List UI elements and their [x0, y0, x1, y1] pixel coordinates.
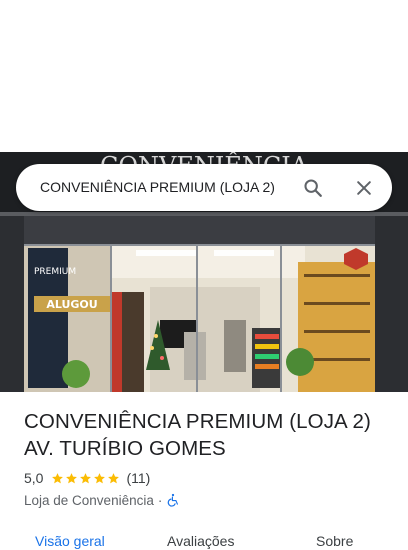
close-icon: [357, 181, 371, 195]
search-input[interactable]: CONVENIÊNCIA PREMIUM (LOJA 2): [40, 164, 275, 211]
tab-reviews[interactable]: Avaliações: [167, 532, 234, 550]
rating-stars: [51, 472, 120, 485]
svg-text:PREMIUM: PREMIUM: [34, 267, 76, 277]
star-icon: [94, 472, 106, 483]
star-icon: [108, 472, 120, 483]
place-title-line1: CONVENIÊNCIA PREMIUM (LOJA 2): [24, 410, 371, 433]
search-icon: [304, 179, 322, 197]
rating-value: 5,0: [24, 470, 44, 486]
close-button[interactable]: [348, 172, 380, 204]
tab-about[interactable]: Sobre: [316, 532, 353, 550]
place-info: CONVENIÊNCIA PREMIUM (LOJA 2) AV. TURÍBI…: [24, 408, 394, 510]
map-area-blank: [0, 0, 408, 152]
rating-row[interactable]: 5,0 (11): [24, 468, 394, 488]
star-icon: [52, 472, 64, 483]
star-icon: [66, 472, 78, 483]
tab-overview[interactable]: Visão geral: [35, 532, 105, 550]
search-bar[interactable]: CONVENIÊNCIA PREMIUM (LOJA 2): [16, 164, 392, 211]
separator-dot: ·: [157, 492, 163, 508]
search-button[interactable]: [297, 172, 329, 204]
svg-text:ALUGOU: ALUGOU: [46, 298, 97, 311]
place-title-line2: AV. TURÍBIO GOMES: [24, 437, 226, 460]
star-icon: [80, 472, 92, 483]
wheelchair-icon: [168, 493, 179, 507]
place-tabs: Visão geral Avaliações Sobre: [0, 526, 408, 550]
review-count[interactable]: (11): [126, 470, 150, 486]
place-category: Loja de Conveniência: [24, 492, 154, 508]
category-row: Loja de Conveniência ·: [24, 490, 394, 510]
